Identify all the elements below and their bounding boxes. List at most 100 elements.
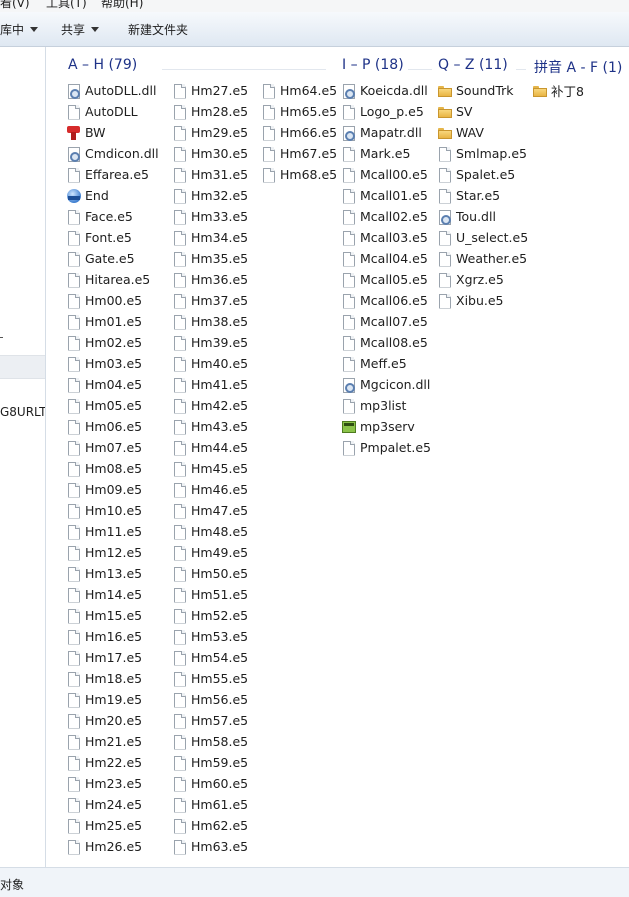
file-item[interactable]: Mcall06.e5 (341, 290, 431, 311)
nav-selected-item[interactable] (0, 355, 45, 379)
file-item[interactable]: Hm35.e5 (172, 248, 248, 269)
file-item[interactable]: Hm32.e5 (172, 185, 248, 206)
file-item[interactable]: Hm45.e5 (172, 458, 248, 479)
file-item[interactable]: Hm48.e5 (172, 521, 248, 542)
file-item[interactable]: Hm39.e5 (172, 332, 248, 353)
file-item[interactable]: Mgcicon.dll (341, 374, 431, 395)
share-button[interactable]: 共享 (61, 21, 100, 38)
file-item[interactable]: Hm63.e5 (172, 836, 248, 857)
file-item[interactable]: Hm26.e5 (66, 836, 159, 857)
file-item[interactable]: Hm13.e5 (66, 563, 159, 584)
group-header-ah[interactable]: A – H (79) (68, 57, 137, 73)
file-item[interactable]: Effarea.e5 (66, 164, 159, 185)
file-item[interactable]: Hm60.e5 (172, 773, 248, 794)
file-item[interactable]: Hm50.e5 (172, 563, 248, 584)
file-item[interactable]: Mcall05.e5 (341, 269, 431, 290)
file-item[interactable]: AutoDLL.dll (66, 80, 159, 101)
file-item[interactable]: Hm10.e5 (66, 500, 159, 521)
file-item[interactable]: Hm49.e5 (172, 542, 248, 563)
file-item[interactable]: Font.e5 (66, 227, 159, 248)
new-folder-button[interactable]: 新建文件夹 (128, 21, 188, 38)
file-item[interactable]: Xgrz.e5 (437, 269, 528, 290)
file-item[interactable]: Spalet.e5 (437, 164, 528, 185)
file-list-view[interactable]: A – H (79) AutoDLL.dll AutoDLL BW Cmdicon.dl… (46, 47, 629, 867)
file-item[interactable]: Hm28.e5 (172, 101, 248, 122)
file-item[interactable]: Koeicda.dll (341, 80, 431, 101)
file-item[interactable]: Hm54.e5 (172, 647, 248, 668)
file-item[interactable]: Hm03.e5 (66, 353, 159, 374)
file-item[interactable]: Hm64.e5 (261, 80, 337, 101)
file-item[interactable]: U_select.e5 (437, 227, 528, 248)
file-item[interactable]: Cmdicon.dll (66, 143, 159, 164)
file-item[interactable]: Hm59.e5 (172, 752, 248, 773)
file-item[interactable]: Hm06.e5 (66, 416, 159, 437)
file-item[interactable]: Hm01.e5 (66, 311, 159, 332)
file-item[interactable]: Hm24.e5 (66, 794, 159, 815)
file-item[interactable]: Hm65.e5 (261, 101, 337, 122)
file-item[interactable]: Hm02.e5 (66, 332, 159, 353)
file-item[interactable]: Mcall04.e5 (341, 248, 431, 269)
file-item[interactable]: Mcall08.e5 (341, 332, 431, 353)
file-item[interactable]: Mcall07.e5 (341, 311, 431, 332)
file-item[interactable]: Hm16.e5 (66, 626, 159, 647)
file-item[interactable]: Hm29.e5 (172, 122, 248, 143)
file-item[interactable]: Hm61.e5 (172, 794, 248, 815)
file-item[interactable]: Mapatr.dll (341, 122, 431, 143)
file-item[interactable]: Hm66.e5 (261, 122, 337, 143)
file-item[interactable]: Hm67.e5 (261, 143, 337, 164)
file-item[interactable]: WAV (437, 122, 528, 143)
file-item[interactable]: Hm57.e5 (172, 710, 248, 731)
file-item[interactable]: Mcall03.e5 (341, 227, 431, 248)
file-item[interactable]: Mark.e5 (341, 143, 431, 164)
file-item[interactable]: Hitarea.e5 (66, 269, 159, 290)
file-item[interactable]: Xibu.e5 (437, 290, 528, 311)
file-item[interactable]: Hm42.e5 (172, 395, 248, 416)
file-item[interactable]: Hm11.e5 (66, 521, 159, 542)
file-item[interactable]: Pmpalet.e5 (341, 437, 431, 458)
file-item[interactable]: Hm38.e5 (172, 311, 248, 332)
file-item[interactable]: Hm53.e5 (172, 626, 248, 647)
file-item[interactable]: Hm08.e5 (66, 458, 159, 479)
file-item[interactable]: Star.e5 (437, 185, 528, 206)
file-item[interactable]: Meff.e5 (341, 353, 431, 374)
group-header-qz[interactable]: Q – Z (11) (438, 57, 508, 73)
file-item[interactable]: Hm17.e5 (66, 647, 159, 668)
file-item[interactable]: Hm34.e5 (172, 227, 248, 248)
file-item[interactable]: Weather.e5 (437, 248, 528, 269)
file-item[interactable]: Smlmap.e5 (437, 143, 528, 164)
file-item[interactable]: AutoDLL (66, 101, 159, 122)
file-item[interactable]: mp3serv (341, 416, 431, 437)
file-item[interactable]: Hm07.e5 (66, 437, 159, 458)
file-item[interactable]: Mcall00.e5 (341, 164, 431, 185)
file-item[interactable]: Logo_p.e5 (341, 101, 431, 122)
file-item[interactable]: Hm04.e5 (66, 374, 159, 395)
file-item[interactable]: Hm31.e5 (172, 164, 248, 185)
file-item[interactable]: Mcall02.e5 (341, 206, 431, 227)
file-item[interactable]: Hm55.e5 (172, 668, 248, 689)
file-item[interactable]: Hm27.e5 (172, 80, 248, 101)
include-in-library-button[interactable]: 库中 (0, 21, 39, 38)
navigation-pane[interactable]: G8URLT (0, 47, 46, 867)
file-item[interactable]: Hm47.e5 (172, 500, 248, 521)
file-item[interactable]: Hm44.e5 (172, 437, 248, 458)
group-header-ip[interactable]: I – P (18) (342, 57, 404, 73)
file-item[interactable]: Hm30.e5 (172, 143, 248, 164)
file-item[interactable]: Hm36.e5 (172, 269, 248, 290)
file-item[interactable]: Hm21.e5 (66, 731, 159, 752)
file-item[interactable]: Hm22.e5 (66, 752, 159, 773)
file-item[interactable]: Hm12.e5 (66, 542, 159, 563)
file-item[interactable]: Hm20.e5 (66, 710, 159, 731)
file-item[interactable]: BW (66, 122, 159, 143)
file-item[interactable]: Hm19.e5 (66, 689, 159, 710)
file-item[interactable]: Mcall01.e5 (341, 185, 431, 206)
menu-view[interactable]: 看(V) (0, 0, 30, 11)
file-item[interactable]: Hm52.e5 (172, 605, 248, 626)
menu-tools[interactable]: 工具(T) (46, 0, 87, 11)
file-item[interactable]: Hm25.e5 (66, 815, 159, 836)
file-item[interactable]: SoundTrk (437, 80, 528, 101)
file-item[interactable]: Face.e5 (66, 206, 159, 227)
file-item[interactable]: Hm43.e5 (172, 416, 248, 437)
file-item[interactable]: Hm41.e5 (172, 374, 248, 395)
file-item[interactable]: Hm05.e5 (66, 395, 159, 416)
file-item[interactable]: Hm09.e5 (66, 479, 159, 500)
